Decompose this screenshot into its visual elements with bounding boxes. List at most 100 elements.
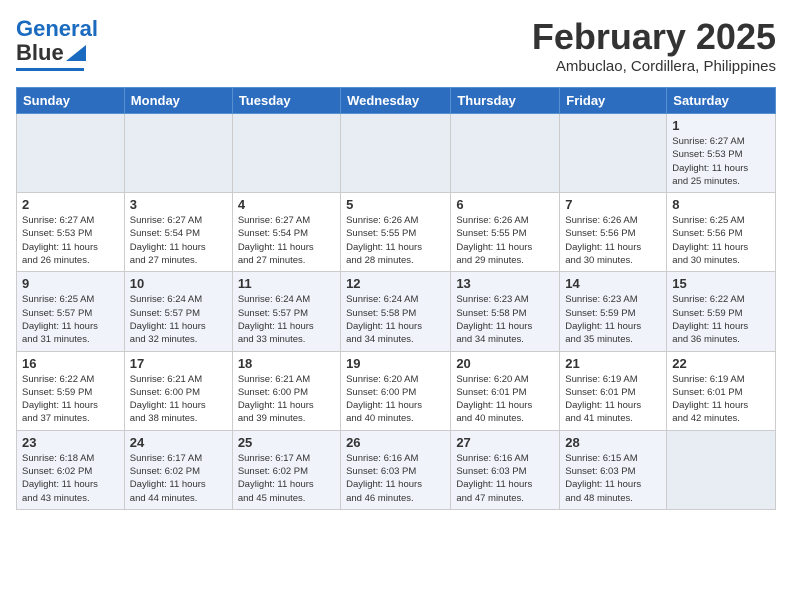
header-monday: Monday — [124, 88, 232, 114]
logo-text2: Blue — [16, 40, 64, 66]
day-number: 14 — [565, 276, 661, 291]
day-number: 24 — [130, 435, 227, 450]
day-info: Sunrise: 6:26 AM Sunset: 5:55 PM Dayligh… — [456, 214, 554, 267]
day-number: 20 — [456, 356, 554, 371]
day-number: 25 — [238, 435, 335, 450]
day-info: Sunrise: 6:22 AM Sunset: 5:59 PM Dayligh… — [672, 293, 770, 346]
day-info: Sunrise: 6:20 AM Sunset: 6:00 PM Dayligh… — [346, 373, 445, 426]
day-number: 16 — [22, 356, 119, 371]
day-number: 1 — [672, 118, 770, 133]
day-info: Sunrise: 6:23 AM Sunset: 5:58 PM Dayligh… — [456, 293, 554, 346]
day-number: 10 — [130, 276, 227, 291]
table-row: 25 Sunrise: 6:17 AM Sunset: 6:02 PM Dayli… — [232, 430, 340, 509]
header-wednesday: Wednesday — [341, 88, 451, 114]
table-row: 15 Sunrise: 6:22 AM Sunset: 5:59 PM Dayli… — [667, 272, 776, 351]
day-info: Sunrise: 6:17 AM Sunset: 6:02 PM Dayligh… — [238, 452, 335, 505]
calendar-week-row: 16 Sunrise: 6:22 AM Sunset: 5:59 PM Dayli… — [17, 351, 776, 430]
day-number: 12 — [346, 276, 445, 291]
day-number: 13 — [456, 276, 554, 291]
day-number: 15 — [672, 276, 770, 291]
table-row: 23 Sunrise: 6:18 AM Sunset: 6:02 PM Dayli… — [17, 430, 125, 509]
calendar-week-row: 23 Sunrise: 6:18 AM Sunset: 6:02 PM Dayli… — [17, 430, 776, 509]
table-row — [451, 114, 560, 193]
calendar-month-year: February 2025 — [532, 16, 776, 58]
table-row: 19 Sunrise: 6:20 AM Sunset: 6:00 PM Dayli… — [341, 351, 451, 430]
day-info: Sunrise: 6:16 AM Sunset: 6:03 PM Dayligh… — [456, 452, 554, 505]
table-row: 3Sunrise: 6:27 AM Sunset: 5:54 PM Daylig… — [124, 193, 232, 272]
day-info: Sunrise: 6:25 AM Sunset: 5:56 PM Dayligh… — [672, 214, 770, 267]
day-number: 27 — [456, 435, 554, 450]
table-row — [560, 114, 667, 193]
calendar-week-row: 2 Sunrise: 6:27 AM Sunset: 5:53 PM Daylig… — [17, 193, 776, 272]
table-row — [124, 114, 232, 193]
day-info: Sunrise: 6:24 AM Sunset: 5:57 PM Dayligh… — [238, 293, 335, 346]
header-sunday: Sunday — [17, 88, 125, 114]
table-row: 14 Sunrise: 6:23 AM Sunset: 5:59 PM Dayli… — [560, 272, 667, 351]
table-row: 16 Sunrise: 6:22 AM Sunset: 5:59 PM Dayli… — [17, 351, 125, 430]
day-info: Sunrise: 6:17 AM Sunset: 6:02 PM Dayligh… — [130, 452, 227, 505]
day-info: Sunrise: 6:27 AM Sunset: 5:54 PM Dayligh… — [130, 214, 227, 267]
day-number: 22 — [672, 356, 770, 371]
day-number: 17 — [130, 356, 227, 371]
day-info: Sunrise: 6:16 AM Sunset: 6:03 PM Dayligh… — [346, 452, 445, 505]
day-number: 19 — [346, 356, 445, 371]
day-info: Sunrise: 6:27 AM Sunset: 5:54 PM Dayligh… — [238, 214, 335, 267]
header-friday: Friday — [560, 88, 667, 114]
day-info: Sunrise: 6:27 AM Sunset: 5:53 PM Dayligh… — [672, 135, 770, 188]
day-info: Sunrise: 6:19 AM Sunset: 6:01 PM Dayligh… — [672, 373, 770, 426]
calendar-table: Sunday Monday Tuesday Wednesday Thursday… — [16, 87, 776, 510]
table-row: 5Sunrise: 6:26 AM Sunset: 5:55 PM Daylig… — [341, 193, 451, 272]
day-info: Sunrise: 6:27 AM Sunset: 5:53 PM Dayligh… — [22, 214, 119, 267]
table-row: 26 Sunrise: 6:16 AM Sunset: 6:03 PM Dayli… — [341, 430, 451, 509]
table-row: 18 Sunrise: 6:21 AM Sunset: 6:00 PM Dayli… — [232, 351, 340, 430]
table-row: 17 Sunrise: 6:21 AM Sunset: 6:00 PM Dayli… — [124, 351, 232, 430]
day-number: 11 — [238, 276, 335, 291]
day-info: Sunrise: 6:20 AM Sunset: 6:01 PM Dayligh… — [456, 373, 554, 426]
table-row: 7 Sunrise: 6:26 AM Sunset: 5:56 PM Daylig… — [560, 193, 667, 272]
calendar-week-row: 9 Sunrise: 6:25 AM Sunset: 5:57 PM Daylig… — [17, 272, 776, 351]
day-info: Sunrise: 6:22 AM Sunset: 5:59 PM Dayligh… — [22, 373, 119, 426]
table-row: 12 Sunrise: 6:24 AM Sunset: 5:58 PM Dayli… — [341, 272, 451, 351]
day-number: 2 — [22, 197, 119, 212]
calendar-title-area: February 2025 Ambuclao, Cordillera, Phil… — [532, 16, 776, 75]
table-row: 22 Sunrise: 6:19 AM Sunset: 6:01 PM Dayli… — [667, 351, 776, 430]
day-number: 21 — [565, 356, 661, 371]
table-row: 9 Sunrise: 6:25 AM Sunset: 5:57 PM Daylig… — [17, 272, 125, 351]
day-info: Sunrise: 6:21 AM Sunset: 6:00 PM Dayligh… — [130, 373, 227, 426]
table-row — [232, 114, 340, 193]
table-row: 6 Sunrise: 6:26 AM Sunset: 5:55 PM Daylig… — [451, 193, 560, 272]
table-row: 28Sunrise: 6:15 AM Sunset: 6:03 PM Dayli… — [560, 430, 667, 509]
table-row: 1 Sunrise: 6:27 AM Sunset: 5:53 PM Daylig… — [667, 114, 776, 193]
calendar-header-row: Sunday Monday Tuesday Wednesday Thursday… — [17, 88, 776, 114]
logo-underline — [16, 68, 84, 71]
day-info: Sunrise: 6:25 AM Sunset: 5:57 PM Dayligh… — [22, 293, 119, 346]
day-number: 23 — [22, 435, 119, 450]
day-info: Sunrise: 6:26 AM Sunset: 5:56 PM Dayligh… — [565, 214, 661, 267]
table-row: 21 Sunrise: 6:19 AM Sunset: 6:01 PM Dayli… — [560, 351, 667, 430]
table-row — [667, 430, 776, 509]
logo-arrow-icon — [66, 45, 86, 61]
calendar-week-row: 1 Sunrise: 6:27 AM Sunset: 5:53 PM Daylig… — [17, 114, 776, 193]
day-info: Sunrise: 6:21 AM Sunset: 6:00 PM Dayligh… — [238, 373, 335, 426]
day-info: Sunrise: 6:19 AM Sunset: 6:01 PM Dayligh… — [565, 373, 661, 426]
day-number: 7 — [565, 197, 661, 212]
table-row: 13 Sunrise: 6:23 AM Sunset: 5:58 PM Dayli… — [451, 272, 560, 351]
day-info: Sunrise: 6:24 AM Sunset: 5:58 PM Dayligh… — [346, 293, 445, 346]
table-row: 11 Sunrise: 6:24 AM Sunset: 5:57 PM Dayli… — [232, 272, 340, 351]
page-header: General Blue February 2025 Ambuclao, Cor… — [16, 16, 776, 75]
day-info: Sunrise: 6:15 AM Sunset: 6:03 PM Dayligh… — [565, 452, 661, 505]
day-number: 18 — [238, 356, 335, 371]
table-row: 4Sunrise: 6:27 AM Sunset: 5:54 PM Daylig… — [232, 193, 340, 272]
header-tuesday: Tuesday — [232, 88, 340, 114]
table-row: 20 Sunrise: 6:20 AM Sunset: 6:01 PM Dayli… — [451, 351, 560, 430]
header-thursday: Thursday — [451, 88, 560, 114]
day-info: Sunrise: 6:24 AM Sunset: 5:57 PM Dayligh… — [130, 293, 227, 346]
table-row: 2 Sunrise: 6:27 AM Sunset: 5:53 PM Daylig… — [17, 193, 125, 272]
table-row — [341, 114, 451, 193]
day-number: 9 — [22, 276, 119, 291]
day-info: Sunrise: 6:18 AM Sunset: 6:02 PM Dayligh… — [22, 452, 119, 505]
day-number: 26 — [346, 435, 445, 450]
day-info: Sunrise: 6:23 AM Sunset: 5:59 PM Dayligh… — [565, 293, 661, 346]
day-info: Sunrise: 6:26 AM Sunset: 5:55 PM Dayligh… — [346, 214, 445, 267]
day-number: 6 — [456, 197, 554, 212]
